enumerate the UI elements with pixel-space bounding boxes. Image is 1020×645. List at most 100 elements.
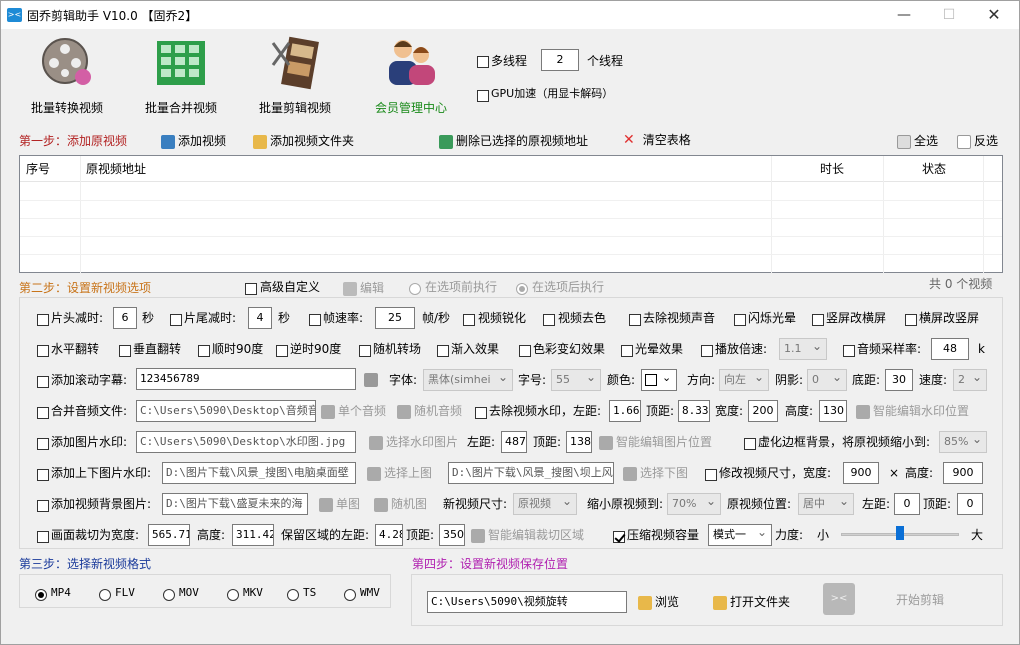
crop-width-input[interactable]: 565.714	[148, 524, 190, 546]
head-trim-input[interactable]: 6	[113, 307, 137, 329]
wm-width-input[interactable]: 200	[748, 400, 778, 422]
tail-trim-input[interactable]: 4	[248, 307, 272, 329]
audio-path-input[interactable]: C:\Users\5090\Desktop\音频音效	[136, 400, 316, 422]
bg-image-checkbox[interactable]	[37, 498, 49, 512]
resize-height-input[interactable]: 900	[943, 462, 983, 484]
compress-mode-select[interactable]: 模式一	[708, 524, 772, 546]
single-image-button[interactable]: 单图	[319, 496, 360, 512]
smart-image-button[interactable]: 智能编辑图片位置	[599, 434, 712, 450]
size-select[interactable]: 55	[551, 369, 601, 391]
image-wm-checkbox[interactable]	[37, 436, 49, 450]
start-cut-icon[interactable]: ><	[823, 583, 855, 615]
v2h-checkbox[interactable]	[812, 312, 824, 326]
img-top-input[interactable]: 138	[566, 431, 592, 453]
smart-crop-button[interactable]: 智能编辑裁切区域	[471, 527, 584, 543]
format-wmv-radio[interactable]	[344, 587, 356, 601]
gpu-checkbox[interactable]	[477, 88, 489, 102]
batch-cut-button[interactable]: 批量剪辑视频	[245, 35, 345, 115]
bg-left-input[interactable]: 0	[894, 493, 920, 515]
head-trim-checkbox[interactable]	[37, 312, 49, 326]
position-select[interactable]: 居中	[798, 493, 854, 515]
edit-button[interactable]: 编辑	[343, 280, 384, 296]
font-select[interactable]: 黑体(simhei	[423, 369, 513, 391]
subtitle-input[interactable]: 123456789	[136, 368, 356, 390]
clear-table-button[interactable]: ✕ 清空表格	[623, 132, 691, 148]
open-folder-button[interactable]: 打开文件夹	[713, 594, 790, 610]
choose-bottom-image-button[interactable]: 选择下图	[623, 465, 688, 481]
compress-checkbox[interactable]	[613, 529, 625, 543]
crop-checkbox[interactable]	[37, 529, 49, 543]
subtitle-edit-icon[interactable]	[364, 373, 378, 387]
select-all-button[interactable]: 全选	[897, 133, 938, 149]
smart-watermark-button[interactable]: 智能编辑水印位置	[856, 403, 969, 419]
fps-checkbox[interactable]	[309, 312, 321, 326]
color-shift-checkbox[interactable]	[519, 343, 531, 357]
crop-top-input[interactable]: 350	[439, 524, 465, 546]
add-folder-button[interactable]: 添加视频文件夹	[253, 133, 354, 149]
maximize-button[interactable]: ☐	[926, 1, 972, 29]
wm-left-input[interactable]: 1.666	[609, 400, 641, 422]
minimize-button[interactable]: —	[881, 1, 927, 29]
img-left-input[interactable]: 487	[501, 431, 527, 453]
speed-checkbox[interactable]	[701, 343, 713, 357]
blur-bg-checkbox[interactable]	[744, 436, 756, 450]
resize-width-input[interactable]: 900	[843, 462, 879, 484]
wm-height-input[interactable]: 130	[819, 400, 847, 422]
direction-select[interactable]: 向左	[719, 369, 769, 391]
subtitle-checkbox[interactable]	[37, 374, 49, 388]
choose-wm-image-button[interactable]: 选择水印图片	[369, 434, 458, 450]
sample-rate-checkbox[interactable]	[843, 343, 855, 357]
slider-thumb[interactable]	[896, 526, 904, 540]
close-button[interactable]: ✕	[971, 1, 1017, 29]
format-flv-radio[interactable]	[99, 587, 111, 601]
batch-convert-button[interactable]: 批量转换视频	[17, 35, 117, 115]
bg-image-path-input[interactable]: D:\图片下载\盛夏未来的海	[162, 493, 308, 515]
invert-select-button[interactable]: 反选	[957, 133, 998, 149]
browse-button[interactable]: 浏览	[638, 594, 679, 610]
random-transition-checkbox[interactable]	[359, 343, 371, 357]
blur-scale-select[interactable]: 85%	[939, 431, 987, 453]
bottom-image-path-input[interactable]: D:\图片下载\风景_搜图\坝上风	[448, 462, 614, 484]
flash-checkbox[interactable]	[734, 312, 746, 326]
output-path-input[interactable]: C:\Users\5090\视频旋转	[427, 591, 627, 613]
crop-height-input[interactable]: 311.428	[232, 524, 274, 546]
fade-in-checkbox[interactable]	[437, 343, 449, 357]
multithread-checkbox[interactable]	[477, 54, 489, 68]
sharpen-checkbox[interactable]	[463, 312, 475, 326]
color-picker[interactable]: ⌄	[641, 369, 677, 391]
before-option-radio[interactable]	[409, 281, 421, 295]
video-table[interactable]: 序号 原视频地址 时长 状态	[19, 155, 1003, 274]
member-center-button[interactable]: 会员管理中心	[361, 35, 461, 115]
h2v-checkbox[interactable]	[905, 312, 917, 326]
new-size-select[interactable]: 原视频	[513, 493, 577, 515]
fps-input[interactable]: 25	[375, 307, 415, 329]
tail-trim-checkbox[interactable]	[170, 312, 182, 326]
cw90-checkbox[interactable]	[198, 343, 210, 357]
desaturate-checkbox[interactable]	[543, 312, 555, 326]
delete-selected-button[interactable]: 删除已选择的原视频地址	[439, 133, 588, 149]
wm-top-input[interactable]: 8.333	[678, 400, 710, 422]
resize-checkbox[interactable]	[705, 467, 717, 481]
scroll-speed-select[interactable]: 2	[953, 369, 987, 391]
merge-audio-checkbox[interactable]	[37, 405, 49, 419]
random-audio-button[interactable]: 随机音频	[397, 403, 462, 419]
remove-audio-checkbox[interactable]	[629, 312, 641, 326]
after-option-radio[interactable]	[516, 281, 528, 295]
vflip-checkbox[interactable]	[119, 343, 131, 357]
bg-top-input[interactable]: 0	[957, 493, 983, 515]
batch-merge-button[interactable]: 批量合并视频	[131, 35, 231, 115]
shadow-select[interactable]: 0	[807, 369, 847, 391]
single-audio-button[interactable]: 单个音频	[321, 403, 386, 419]
strength-slider[interactable]	[841, 526, 959, 540]
speed-select[interactable]: 1.1	[779, 338, 827, 360]
glow-checkbox[interactable]	[621, 343, 633, 357]
image-wm-path-input[interactable]: C:\Users\5090\Desktop\水印图.jpg	[136, 431, 356, 453]
format-mp4-radio[interactable]	[35, 587, 47, 601]
bottom-input[interactable]: 30	[885, 369, 913, 391]
random-image-button[interactable]: 随机图	[374, 496, 427, 512]
start-cut-label[interactable]: 开始剪辑	[896, 592, 944, 608]
top-image-path-input[interactable]: D:\图片下载\风景_搜图\电脑桌面壁	[162, 462, 356, 484]
thread-count-input[interactable]: 2	[541, 49, 579, 71]
shrink-select[interactable]: 70%	[667, 493, 721, 515]
format-mov-radio[interactable]	[163, 587, 175, 601]
